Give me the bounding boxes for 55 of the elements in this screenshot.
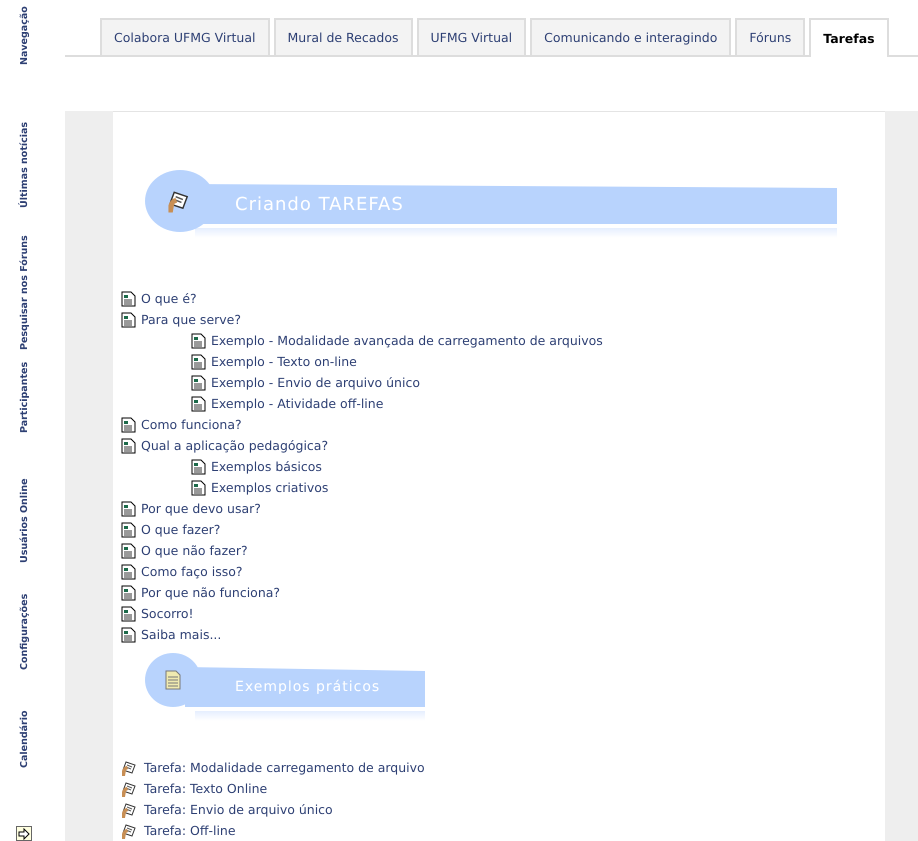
document-icon: [121, 606, 136, 622]
topic-link[interactable]: O que não fazer?: [141, 543, 248, 558]
document-icon: [191, 374, 206, 390]
document-icon: [121, 416, 136, 432]
document-icon: [121, 564, 136, 580]
topic-link[interactable]: Exemplo - Atividade off-line: [211, 396, 384, 411]
document-icon: [121, 500, 136, 516]
topic-link[interactable]: Para que serve?: [141, 312, 241, 327]
task-link[interactable]: Tarefa: Modalidade carregamento de arquivo: [144, 760, 425, 775]
sidebar-block-title[interactable]: Usuários Online: [18, 478, 30, 582]
document-icon: [165, 670, 181, 690]
topic-link[interactable]: Como faço isso?: [141, 564, 243, 579]
topic-link[interactable]: Exemplos criativos: [211, 480, 328, 495]
tab[interactable]: Tarefas: [809, 18, 889, 57]
document-icon: [121, 438, 136, 454]
document-icon: [121, 522, 136, 538]
tab[interactable]: Comunicando e interagindo: [530, 18, 732, 55]
document-icon: [191, 396, 206, 412]
dock-button[interactable]: [16, 826, 32, 841]
sidebar-block-title[interactable]: Navegação: [18, 6, 30, 110]
task-link[interactable]: Tarefa: Envio de arquivo único: [144, 802, 333, 817]
tab[interactable]: Colabora UFMG Virtual: [100, 18, 270, 55]
banner-title: Exemplos práticos: [235, 679, 380, 695]
sidebar-block-title[interactable]: Configurações: [18, 594, 30, 698]
topic-link[interactable]: Socorro!: [141, 606, 194, 621]
document-icon: [121, 312, 136, 328]
sidebar-block-title[interactable]: Pesquisar nos Fóruns: [18, 238, 30, 350]
document-icon: [121, 584, 136, 600]
document-icon: [121, 626, 136, 642]
topic-link[interactable]: Exemplo - Envio de arquivo único: [211, 375, 420, 390]
sidebar-block-title[interactable]: Calendário: [18, 710, 30, 814]
document-icon: [121, 290, 136, 306]
task-link[interactable]: Tarefa: Off-line: [144, 823, 236, 838]
topic-link[interactable]: Por que não funciona?: [141, 585, 280, 600]
banner-title: Criando TAREFAS: [235, 194, 404, 214]
sidebar-block-title[interactable]: Participantes: [18, 362, 30, 466]
topic-link[interactable]: O que fazer?: [141, 522, 220, 537]
sidebar-block-title[interactable]: Últimas notícias: [18, 122, 30, 226]
document-icon: [191, 458, 206, 474]
topic-link[interactable]: Qual a aplicação pedagógica?: [141, 438, 328, 453]
topic-link[interactable]: Saiba mais...: [141, 627, 222, 642]
document-icon: [121, 542, 136, 558]
task-link[interactable]: Tarefa: Texto Online: [144, 781, 268, 796]
tab[interactable]: UFMG Virtual: [416, 18, 526, 55]
topic-link[interactable]: Exemplo - Modalidade avançada de carregamento de arquivos: [211, 333, 603, 348]
topic-link[interactable]: Exemplos básicos: [211, 459, 322, 474]
document-icon: [191, 354, 206, 370]
topic-link[interactable]: Exemplo - Texto on-line: [211, 354, 357, 369]
topic-link[interactable]: O que é?: [141, 291, 197, 306]
topic-link[interactable]: Por que devo usar?: [141, 501, 261, 516]
tab[interactable]: Mural de Recados: [274, 18, 412, 55]
document-icon: [191, 480, 206, 496]
topic-link[interactable]: Como funciona?: [141, 417, 242, 432]
tab[interactable]: Fóruns: [735, 18, 806, 55]
document-icon: [191, 332, 206, 348]
